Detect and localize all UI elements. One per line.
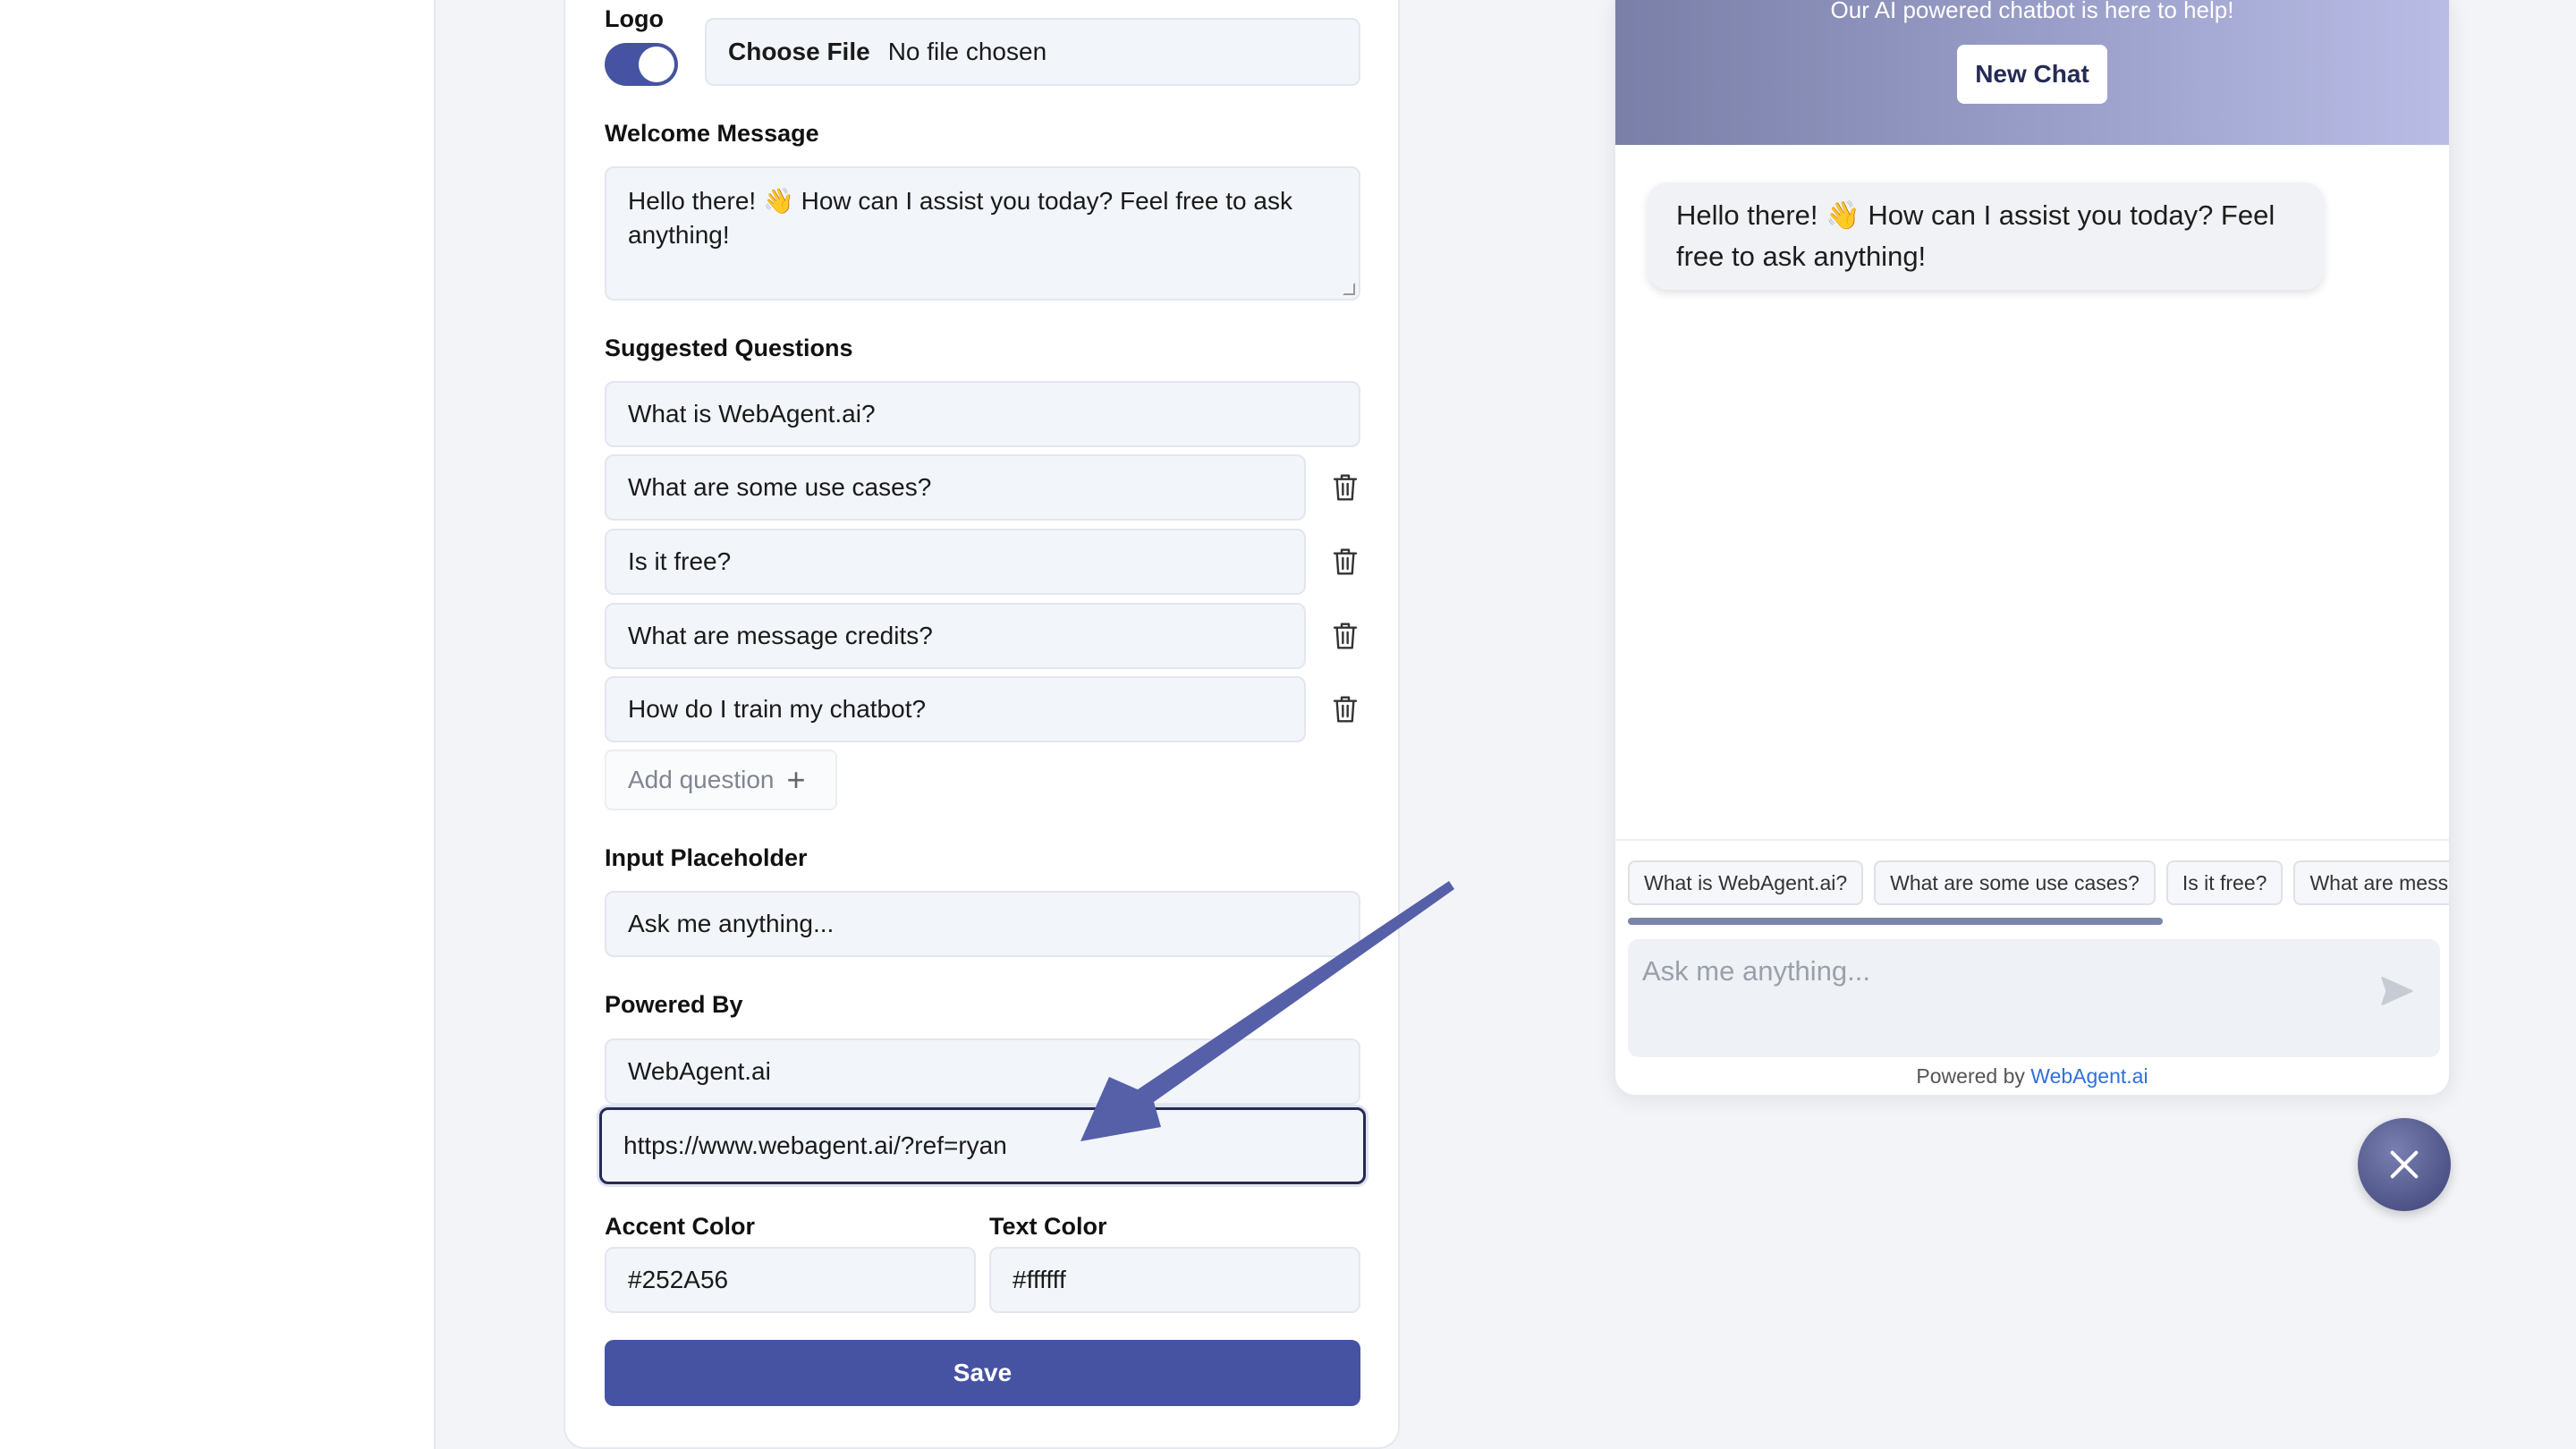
text-color-input[interactable]: #ffffff — [989, 1247, 1360, 1313]
suggestion-chip[interactable]: What is WebAgent.ai? — [1628, 860, 1864, 905]
trash-icon[interactable] — [1331, 546, 1360, 578]
toggle-knob — [639, 47, 674, 82]
powered-by-link[interactable]: WebAgent.ai — [2030, 1064, 2148, 1088]
welcome-message-label: Welcome Message — [605, 120, 819, 147]
chat-header: Our AI powered chatbot is here to help! … — [1615, 0, 2449, 145]
question-text: What is WebAgent.ai? — [628, 400, 876, 428]
question-text: What are some use cases? — [628, 473, 932, 501]
file-status: No file chosen — [887, 38, 1047, 65]
suggestion-chip[interactable]: Is it free? — [2165, 860, 2284, 905]
suggested-questions-label: Suggested Questions — [605, 335, 853, 361]
suggestion-chip[interactable]: What are some use cases? — [1874, 860, 2156, 905]
powered-by-name-value: WebAgent.ai — [628, 1057, 771, 1085]
suggested-chips: What is WebAgent.ai? What are some use ca… — [1628, 860, 2449, 905]
send-icon[interactable] — [2379, 973, 2415, 1009]
placeholder-value: Ask me anything... — [628, 910, 835, 937]
resize-handle[interactable] — [1343, 283, 1355, 295]
text-color-value: #ffffff — [1013, 1266, 1066, 1293]
trash-icon[interactable] — [1331, 471, 1360, 504]
logo-toggle[interactable] — [605, 43, 678, 86]
input-placeholder-label: Input Placeholder — [605, 844, 808, 871]
welcome-message-text: Hello there! 👋 How can I assist you toda… — [628, 187, 1292, 249]
powered-by-name-input[interactable]: WebAgent.ai — [605, 1038, 1360, 1105]
welcome-message-textarea[interactable]: Hello there! 👋 How can I assist you toda… — [605, 166, 1360, 301]
question-text: How do I train my chatbot? — [628, 695, 927, 723]
question-input[interactable]: What is WebAgent.ai? — [605, 381, 1360, 447]
powered-by-label: Powered By — [605, 991, 743, 1018]
trash-icon[interactable] — [1331, 693, 1360, 725]
save-button[interactable]: Save — [605, 1340, 1360, 1406]
accent-color-value: #252A56 — [628, 1266, 729, 1293]
question-input[interactable]: How do I train my chatbot? — [605, 676, 1306, 742]
chat-input-placeholder: Ask me anything... — [1642, 955, 1871, 987]
chat-powered-by: Powered by WebAgent.ai — [1615, 1064, 2449, 1089]
left-sidebar-area — [0, 0, 436, 1449]
plus-icon: + — [786, 761, 806, 798]
trash-icon[interactable] — [1331, 620, 1360, 652]
question-text: What are message credits? — [628, 622, 933, 649]
powered-by-url-input[interactable]: https://www.webagent.ai/?ref=ryan — [599, 1107, 1366, 1184]
chips-scrollbar[interactable] — [1628, 918, 2163, 925]
question-input[interactable]: Is it free? — [605, 529, 1306, 595]
question-input[interactable]: What are some use cases? — [605, 454, 1306, 521]
powered-by-prefix: Powered by — [1916, 1064, 2025, 1088]
suggestion-chip[interactable]: What are message credits? — [2293, 860, 2449, 905]
accent-color-label: Accent Color — [605, 1213, 756, 1240]
add-question-label: Add question — [628, 766, 775, 793]
placeholder-input[interactable]: Ask me anything... — [605, 891, 1360, 957]
chat-message-input[interactable]: Ask me anything... — [1628, 939, 2440, 1057]
close-chat-button[interactable] — [2358, 1118, 2451, 1211]
logo-label: Logo — [605, 5, 664, 32]
chat-preview: Our AI powered chatbot is here to help! … — [1614, 0, 2451, 1097]
chips-divider — [1615, 839, 2449, 841]
bot-welcome-bubble: Hello there! 👋 How can I assist you toda… — [1648, 182, 2324, 290]
accent-color-input[interactable]: #252A56 — [605, 1247, 976, 1313]
choose-file-button[interactable]: Choose File — [728, 38, 870, 66]
text-color-label: Text Color — [989, 1213, 1107, 1240]
new-chat-button[interactable]: New Chat — [1957, 45, 2107, 104]
question-text: Is it free? — [628, 547, 732, 575]
question-input[interactable]: What are message credits? — [605, 603, 1306, 669]
logo-file-input[interactable]: Choose File No file chosen — [705, 18, 1360, 86]
close-icon — [2390, 1150, 2419, 1179]
add-question-button[interactable]: Add question + — [605, 750, 837, 810]
powered-by-url-value: https://www.webagent.ai/?ref=ryan — [623, 1131, 1007, 1159]
chat-subtitle: Our AI powered chatbot is here to help! — [1830, 0, 2234, 23]
